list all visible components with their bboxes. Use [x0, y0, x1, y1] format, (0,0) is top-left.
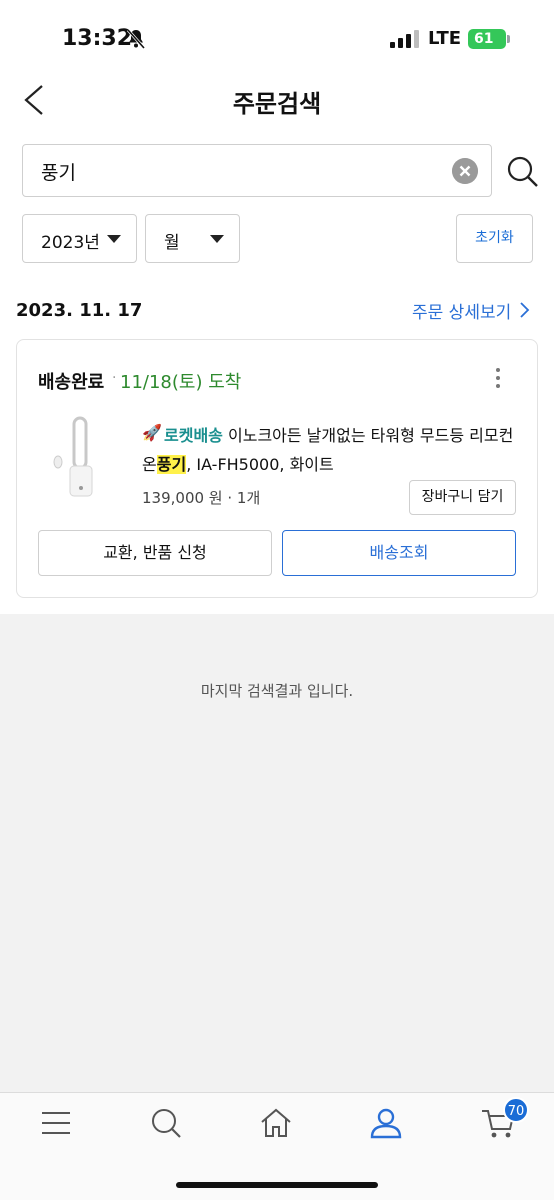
product-name-suffix: , IA-FH5000, 화이트 [186, 455, 334, 474]
price-quantity: 139,000 원 · 1개 [142, 489, 261, 507]
month-value: 월 [164, 233, 180, 253]
search-input[interactable] [41, 157, 441, 185]
exchange-return-button[interactable]: 교환, 반품 신청 [38, 530, 272, 576]
reset-button[interactable]: 초기화 [456, 214, 533, 263]
product-name-line2[interactable]: 온풍기, IA-FH5000, 화이트 [142, 451, 334, 475]
month-select[interactable]: 월 [145, 214, 240, 263]
search-icon[interactable] [148, 1105, 184, 1141]
status-bar: 13:32 LTE 61 [0, 0, 554, 78]
caret-down-icon [210, 235, 224, 243]
order-detail-link[interactable]: 주문 상세보기 [412, 298, 530, 323]
more-options-icon[interactable] [494, 368, 502, 390]
order-detail-label: 주문 상세보기 [412, 303, 512, 323]
product-name-prefix: 온 [142, 455, 157, 474]
caret-down-icon [107, 235, 121, 243]
year-select[interactable]: 2023년 [22, 214, 137, 263]
search-highlight: 풍기 [156, 455, 187, 474]
separator: · [112, 370, 117, 386]
battery-icon: 61 [468, 29, 510, 49]
status-time: 13:32 [62, 26, 133, 51]
product-thumbnail[interactable] [52, 412, 108, 502]
order-date: 2023. 11. 17 [16, 300, 143, 321]
signal-icon [390, 30, 419, 48]
add-to-cart-button[interactable]: 장바구니 담기 [409, 480, 516, 515]
page-title: 주문검색 [232, 90, 322, 118]
home-indicator[interactable] [176, 1182, 378, 1188]
rocket-delivery-label: 로켓배송 [164, 426, 223, 445]
search-icon[interactable] [505, 154, 539, 188]
end-of-results-message: 마지막 검색결과 입니다. [200, 682, 354, 700]
menu-icon[interactable] [38, 1105, 74, 1141]
clear-icon[interactable] [452, 158, 478, 184]
chevron-right-icon [520, 302, 530, 318]
delivery-status: 배송완료 [38, 372, 105, 393]
product-name-line1[interactable]: 이노크아든 날개없는 타워형 무드등 리모컨 [228, 422, 513, 446]
rocket-icon: 🚀 [142, 423, 162, 442]
track-delivery-button[interactable]: 배송조회 [282, 530, 516, 576]
home-icon[interactable] [258, 1105, 294, 1141]
search-field[interactable] [22, 144, 492, 197]
cart-count-badge: 70 [503, 1097, 529, 1123]
bell-muted-icon [126, 29, 146, 49]
year-value: 2023년 [41, 233, 100, 253]
my-coupang-icon[interactable] [368, 1105, 404, 1141]
network-type: LTE [428, 28, 462, 49]
arrival-date: 11/18(토) 도착 [120, 372, 242, 393]
